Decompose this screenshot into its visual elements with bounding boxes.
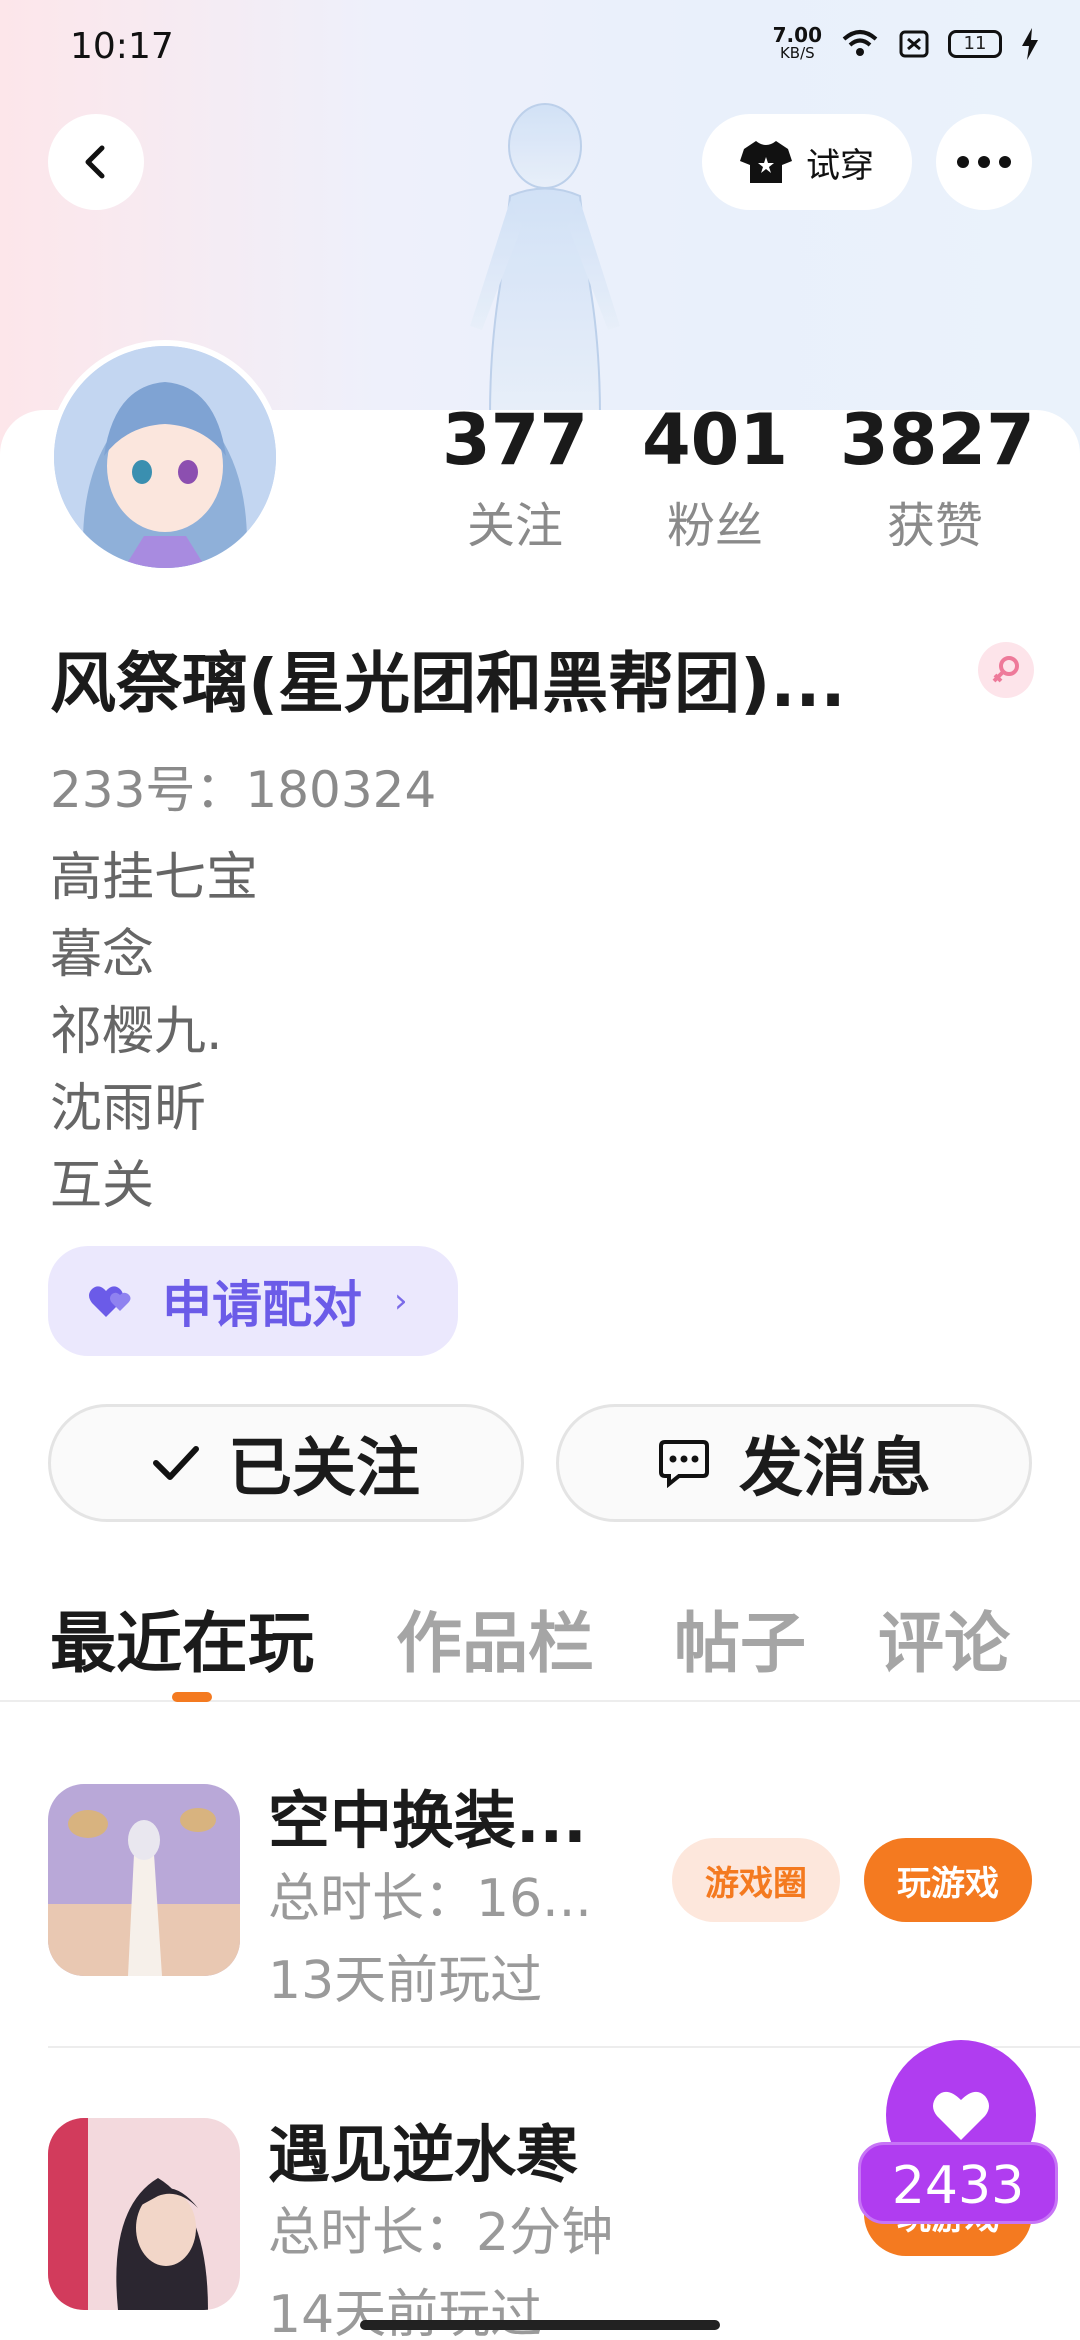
send-message-label: 发消息 (739, 1432, 931, 1506)
stat-followers-label: 粉丝 (666, 498, 763, 554)
game-icon (48, 2118, 240, 2310)
avatar[interactable] (48, 340, 282, 574)
sim-off-icon (899, 30, 929, 58)
stat-likes-label: 获赞 (886, 498, 983, 554)
pair-request-button[interactable]: 申请配对 › (48, 1246, 458, 1356)
followed-label: 已关注 (228, 1432, 420, 1506)
bio: 高挂七宝 暮念 祁樱九. 沈雨昕 互关 (50, 840, 258, 1225)
chat-icon (659, 1440, 709, 1488)
floating-like-button[interactable]: 2433 (858, 2040, 1058, 2260)
tab-works[interactable]: 作品栏 (396, 1590, 594, 1686)
game-title: 空中换装... (268, 1784, 587, 1857)
avatar-3d-figure (470, 103, 620, 417)
wifi-icon (842, 30, 878, 56)
profile-stats: 377 关注 401 粉丝 3827 获赞 (440, 400, 1040, 580)
female-icon (978, 642, 1034, 698)
bio-line: 祁樱九. (50, 1002, 223, 1062)
tab-posts[interactable]: 帖子 (674, 1590, 806, 1686)
followed-button[interactable]: 已关注 (48, 1404, 524, 1522)
stat-likes-value: 3827 (840, 399, 1035, 481)
home-indicator (360, 2320, 720, 2330)
try-on-label: 试穿 (806, 145, 874, 186)
username: 风祭璃(星光团和黑帮团)... (50, 645, 846, 722)
stat-likes[interactable]: 3827 获赞 (840, 399, 1035, 556)
game-duration: 总时长：2分钟 (268, 2203, 614, 2263)
pair-request-label: 申请配对 (162, 1276, 362, 1334)
back-icon (85, 145, 105, 179)
chevron-right-icon: › (394, 1281, 408, 1321)
game-duration: 总时长：16... (268, 1869, 592, 1929)
game-last-played: 13天前玩过 (268, 1951, 543, 2011)
network-speed-unit: KB/S (779, 44, 815, 62)
send-message-button[interactable]: 发消息 (556, 1404, 1032, 1522)
check-icon (153, 1446, 199, 1480)
bio-line: 沈雨昕 (50, 1079, 207, 1139)
stat-followers[interactable]: 401 粉丝 (640, 400, 790, 556)
status-time: 10:17 (70, 26, 174, 67)
avatar-image (54, 346, 276, 568)
profile-tabs: 最近在玩 作品栏 帖子 评论 (0, 1590, 1080, 1702)
tab-active-indicator (172, 1692, 212, 1702)
tab-recently-played[interactable]: 最近在玩 (50, 1590, 314, 1686)
like-count: 2433 (858, 2142, 1058, 2224)
game-thumbnail (48, 2118, 240, 2310)
stat-followers-value: 401 (641, 399, 789, 481)
heart-icon (933, 2091, 989, 2140)
hearts-icon (89, 1286, 131, 1317)
more-button[interactable] (936, 114, 1032, 210)
battery-icon: 11 (948, 30, 1002, 58)
back-button[interactable] (48, 114, 144, 210)
status-bar: 10:17 7.00 KB/S 11 (0, 0, 1080, 96)
stat-following-label: 关注 (466, 498, 563, 554)
play-game-button[interactable]: 玩游戏 (864, 1838, 1032, 1922)
status-icons: 7.00 KB/S 11 (773, 25, 1040, 62)
network-speed: 7.00 KB/S (773, 25, 822, 62)
game-title: 遇见逆水寒 (268, 2118, 579, 2191)
bio-line: 互关 (50, 1156, 155, 1216)
tshirt-icon (740, 141, 792, 183)
bio-line: 高挂七宝 (50, 848, 259, 908)
game-thumbnail (48, 1784, 240, 1976)
try-on-button[interactable]: 试穿 (702, 114, 912, 210)
game-item[interactable]: 空中换装... 总时长：16... 13天前玩过 游戏圈 玩游戏 (0, 1784, 1080, 2084)
user-id: 233号：180324 (50, 761, 437, 819)
stat-following[interactable]: 377 关注 (440, 400, 590, 556)
more-icon (957, 156, 1011, 168)
charging-icon (1022, 28, 1038, 60)
game-circle-button[interactable]: 游戏圈 (672, 1838, 840, 1922)
female-symbol (992, 656, 1019, 683)
game-icon (48, 1784, 240, 1976)
bio-line: 暮念 (50, 925, 155, 985)
stat-following-value: 377 (441, 399, 589, 481)
tab-comments[interactable]: 评论 (878, 1590, 1010, 1686)
